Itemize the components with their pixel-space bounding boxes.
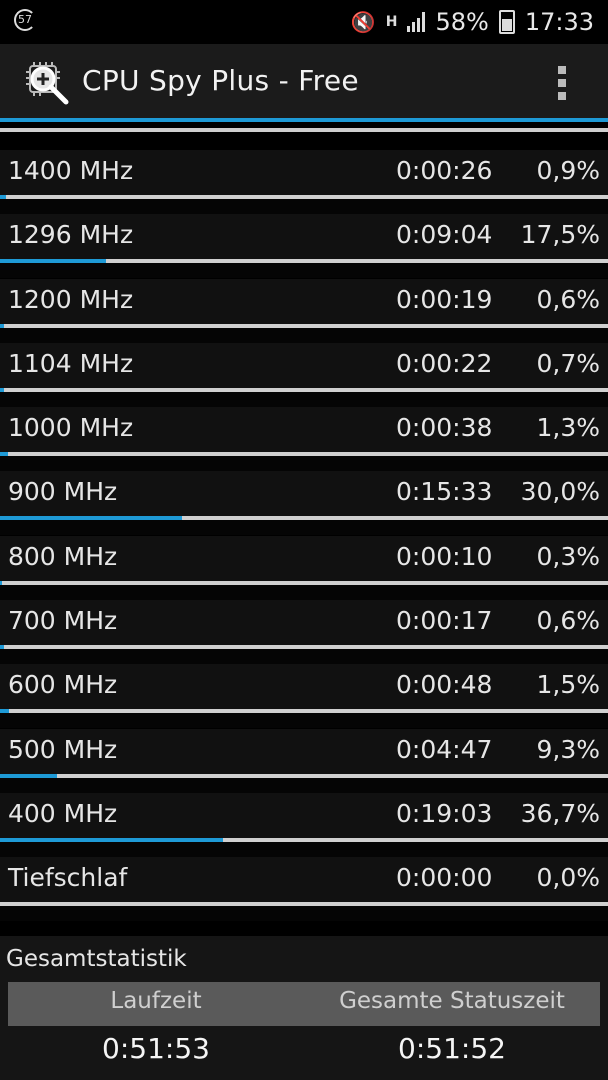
notification-icon: 57 xyxy=(14,9,38,33)
uptime-value: 0:51:53 xyxy=(102,1032,210,1065)
state-frequency: 1104 MHz xyxy=(8,348,134,378)
row-separator xyxy=(0,263,608,279)
state-time: 0:00:17 xyxy=(396,606,493,636)
state-percent: 0,6% xyxy=(536,284,600,314)
row-separator xyxy=(0,327,608,343)
totals-title: Gesamtstatistik xyxy=(6,946,187,972)
state-time: 0:00:26 xyxy=(396,156,493,185)
state-row: 500 MHz 0:04:47 9,3% xyxy=(0,728,608,793)
state-row-content: 900 MHz 0:15:33 30,0% xyxy=(0,471,608,517)
state-row-content: 1000 MHz 0:00:38 1,3% xyxy=(0,407,608,453)
state-row: 600 MHz 0:00:48 1,5% xyxy=(0,664,608,729)
app-bar: CPU Spy Plus - Free xyxy=(0,44,608,120)
state-row-content: 1296 MHz 0:09:04 17,5% xyxy=(0,214,608,260)
row-separator xyxy=(0,713,608,729)
state-row-content: 1400 MHz 0:00:26 0,9% xyxy=(0,150,608,195)
state-row: 1000 MHz 0:00:38 1,3% xyxy=(0,407,608,472)
total-state-time-value: 0:51:52 xyxy=(398,1032,506,1065)
status-icons: 🔇 H 58% 17:33 xyxy=(351,6,594,38)
divider xyxy=(0,128,608,132)
state-row: 900 MHz 0:15:33 30,0% xyxy=(0,471,608,536)
state-row-content: 700 MHz 0:00:17 0,6% xyxy=(0,600,608,646)
row-separator xyxy=(0,391,608,407)
row-separator xyxy=(0,199,608,214)
row-separator xyxy=(0,777,608,793)
network-type-label: H xyxy=(385,14,398,30)
state-percent: 0,6% xyxy=(536,606,600,636)
state-time: 0:15:33 xyxy=(396,477,493,507)
state-row-content: 400 MHz 0:19:03 36,7% xyxy=(0,792,608,838)
state-row: 800 MHz 0:00:10 0,3% xyxy=(0,535,608,600)
clock: 17:33 xyxy=(524,8,594,36)
state-frequency: 800 MHz xyxy=(8,541,118,571)
row-separator xyxy=(0,906,608,922)
overflow-menu-icon[interactable] xyxy=(556,66,568,100)
state-percent: 17,5% xyxy=(520,220,600,250)
uptime-header: Laufzeit xyxy=(110,988,202,1014)
state-frequency: 1400 MHz xyxy=(8,156,134,185)
battery-percent: 58% xyxy=(435,8,489,36)
state-time: 0:00:38 xyxy=(396,413,493,443)
state-row: 400 MHz 0:19:03 36,7% xyxy=(0,792,608,857)
state-row: 1104 MHz 0:00:22 0,7% xyxy=(0,342,608,407)
state-time: 0:04:47 xyxy=(396,734,493,764)
state-row: 1400 MHz 0:00:26 0,9% xyxy=(0,150,608,214)
app-title: CPU Spy Plus - Free xyxy=(82,64,359,97)
cpu-magnifier-icon[interactable] xyxy=(24,60,72,108)
battery-icon xyxy=(498,10,515,34)
state-frequency: Tiefschlaf xyxy=(8,863,128,893)
state-time: 0:00:00 xyxy=(396,863,493,893)
row-separator xyxy=(0,520,608,536)
notification-badge: 57 xyxy=(14,9,36,31)
state-percent: 0,0% xyxy=(536,863,600,893)
state-row-content: 500 MHz 0:04:47 9,3% xyxy=(0,728,608,774)
state-row-content: 1200 MHz 0:00:19 0,6% xyxy=(0,278,608,324)
accent-divider xyxy=(0,118,608,122)
state-percent: 1,3% xyxy=(536,413,600,443)
signal-icon xyxy=(407,12,426,32)
state-percent: 30,0% xyxy=(520,477,600,507)
state-row: 700 MHz 0:00:17 0,6% xyxy=(0,600,608,665)
state-frequency: 400 MHz xyxy=(8,798,118,828)
state-time: 0:00:19 xyxy=(396,284,493,314)
state-frequency: 900 MHz xyxy=(8,477,118,507)
state-percent: 0,7% xyxy=(536,348,600,378)
state-row: 1200 MHz 0:00:19 0,6% xyxy=(0,278,608,343)
state-row: Tiefschlaf 0:00:00 0,0% xyxy=(0,857,608,922)
totals-panel: Gesamtstatistik Laufzeit Gesamte Statusz… xyxy=(0,936,608,1080)
row-separator xyxy=(0,841,608,857)
state-row-content: Tiefschlaf 0:00:00 0,0% xyxy=(0,857,608,903)
totals-header: Laufzeit Gesamte Statuszeit xyxy=(8,982,600,1026)
mute-icon: 🔇 xyxy=(350,10,376,34)
total-state-time-header: Gesamte Statuszeit xyxy=(339,988,565,1014)
state-time: 0:00:48 xyxy=(396,670,493,700)
state-percent: 1,5% xyxy=(536,670,600,700)
state-frequency: 600 MHz xyxy=(8,670,118,700)
state-frequency: 1200 MHz xyxy=(8,284,134,314)
state-percent: 9,3% xyxy=(536,734,600,764)
state-frequency: 1296 MHz xyxy=(8,220,134,250)
row-separator xyxy=(0,649,608,665)
state-time: 0:19:03 xyxy=(396,798,493,828)
state-percent: 0,9% xyxy=(536,156,600,185)
state-row-content: 1104 MHz 0:00:22 0,7% xyxy=(0,342,608,388)
row-separator xyxy=(0,456,608,472)
state-row-content: 600 MHz 0:00:48 1,5% xyxy=(0,664,608,710)
row-separator xyxy=(0,584,608,600)
state-row-content: 800 MHz 0:00:10 0,3% xyxy=(0,535,608,581)
state-time: 0:00:22 xyxy=(396,348,493,378)
state-time: 0:00:10 xyxy=(396,541,493,571)
cpu-state-list: 1400 MHz 0:00:26 0,9% 1296 MHz 0:09:04 1… xyxy=(0,150,608,922)
state-time: 0:09:04 xyxy=(396,220,493,250)
state-percent: 0,3% xyxy=(536,541,600,571)
state-frequency: 700 MHz xyxy=(8,606,118,636)
state-frequency: 500 MHz xyxy=(8,734,118,764)
status-bar: 57 🔇 H 58% 17:33 xyxy=(0,0,608,44)
state-percent: 36,7% xyxy=(520,798,600,828)
state-frequency: 1000 MHz xyxy=(8,413,134,443)
state-row: 1296 MHz 0:09:04 17,5% xyxy=(0,214,608,279)
